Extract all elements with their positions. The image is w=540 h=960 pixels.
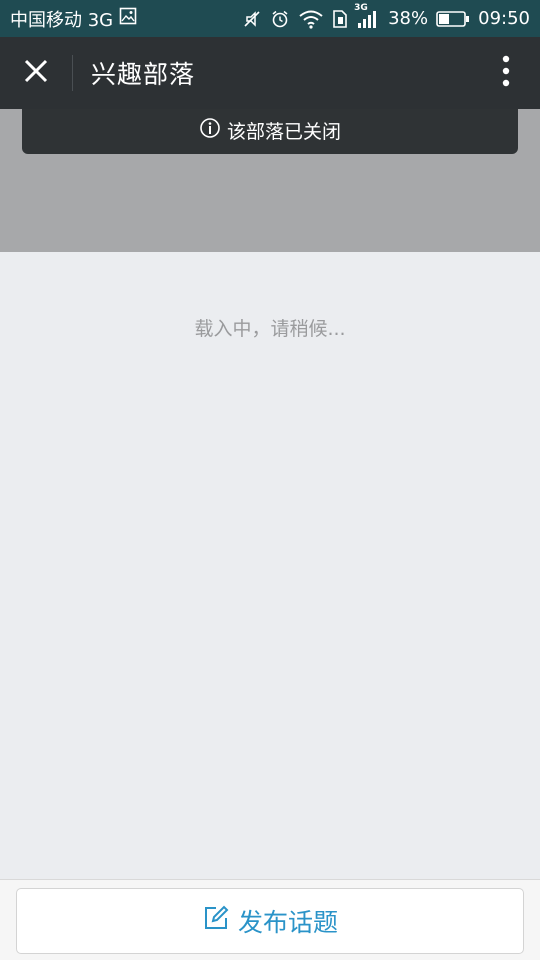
- closed-notice-text: 该部落已关闭: [226, 121, 341, 143]
- more-button[interactable]: [472, 37, 540, 109]
- loading-text: 载入中，请稍候...: [194, 318, 346, 340]
- battery-icon: [436, 10, 470, 28]
- more-vertical-icon: [502, 55, 510, 91]
- close-icon: [23, 58, 49, 88]
- status-left: 中国移动 3G: [10, 6, 137, 32]
- close-button[interactable]: [0, 37, 72, 109]
- wifi-icon: [298, 9, 324, 29]
- page-title: 兴趣部落: [91, 60, 196, 89]
- status-right: 3G 38% 09:50: [242, 3, 530, 29]
- clock: 09:50: [478, 8, 530, 29]
- info-icon: [199, 117, 221, 144]
- signal-icon: 3G: [354, 3, 380, 29]
- closed-notice-banner: 该部落已关闭: [22, 109, 518, 154]
- network-badge: 3G: [354, 2, 368, 13]
- image-icon: [119, 7, 137, 30]
- post-topic-button[interactable]: 发布话题: [16, 888, 524, 954]
- edit-icon: [202, 904, 230, 938]
- battery-percent: 38%: [388, 8, 429, 29]
- carrier-label: 中国移动 3G: [10, 9, 114, 31]
- app-bar: 兴趣部落: [0, 37, 540, 109]
- bottom-bar: 发布话题: [0, 879, 540, 960]
- sim-icon: [332, 9, 348, 29]
- post-topic-label: 发布话题: [237, 908, 338, 937]
- app-bar-divider: [72, 55, 73, 91]
- status-bar: 中国移动 3G 3G 38% 09:50: [0, 0, 540, 37]
- alarm-icon: [270, 9, 290, 29]
- mute-icon: [242, 9, 262, 29]
